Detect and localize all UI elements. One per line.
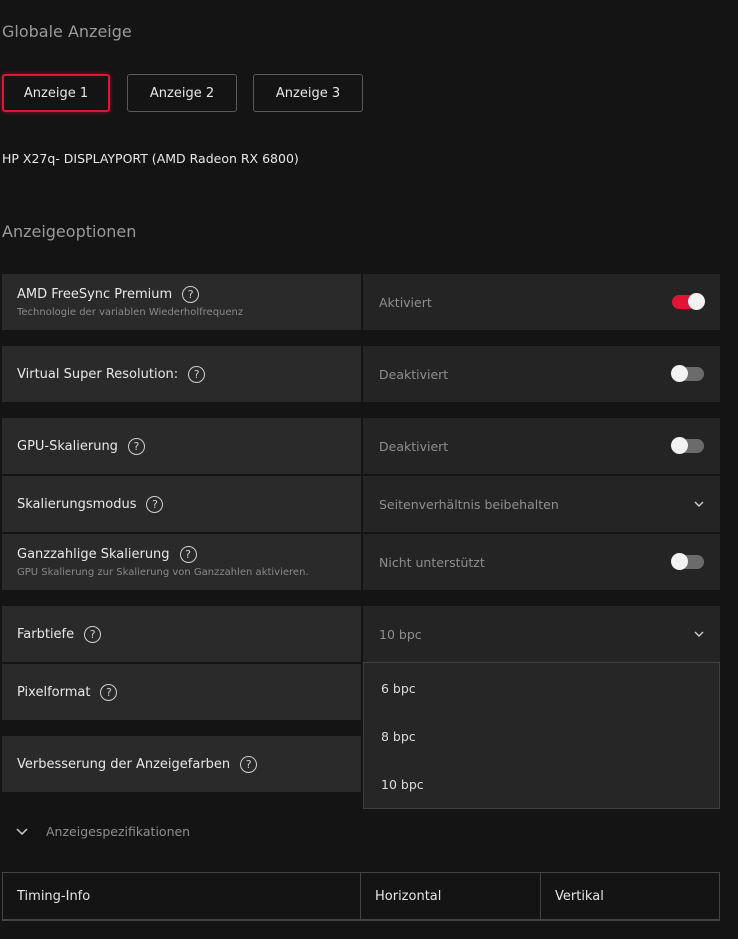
color-depth-label: Farbtiefe <box>17 626 75 642</box>
section-title-global: Globale Anzeige <box>2 22 132 41</box>
freesync-description: Technologie der variablen Wiederholfrequ… <box>17 307 244 318</box>
color-enhancement-label: Verbesserung der Anzeigefarben <box>17 756 231 772</box>
help-icon[interactable]: ? <box>127 437 145 455</box>
scaling-mode-label: Skalierungsmodus <box>17 496 137 512</box>
freesync-label: AMD FreeSync Premium <box>17 287 173 302</box>
display-specs-label: Anzeigespezifikationen <box>46 824 191 839</box>
integer-scaling-description: GPU Skalierung zur Skalierung von Ganzza… <box>17 567 309 578</box>
color-depth-value: 10 bpc <box>379 626 422 642</box>
display-1-button[interactable]: Anzeige 1 <box>2 74 110 112</box>
column-header: Vertikal <box>555 888 604 904</box>
help-icon[interactable]: ? <box>146 495 164 513</box>
integer-scaling-toggle[interactable] <box>671 553 704 570</box>
color-depth-menu: 6 bpc 8 bpc 10 bpc <box>363 662 720 809</box>
chevron-down-icon <box>694 631 704 637</box>
gpu-scaling-label: GPU-Skalierung <box>17 438 118 454</box>
help-icon[interactable]: ? <box>240 755 258 773</box>
freesync-status: Aktiviert <box>379 294 432 310</box>
vsr-toggle[interactable] <box>671 365 704 382</box>
color-depth-row: Farbtiefe? 10 bpc <box>2 606 720 662</box>
freesync-row: AMD FreeSync Premium? Technologie der va… <box>2 274 720 330</box>
column-header: Timing-Info <box>3 873 361 919</box>
freesync-toggle[interactable] <box>672 293 705 310</box>
vsr-status: Deaktiviert <box>379 366 449 382</box>
help-icon[interactable]: ? <box>84 625 102 643</box>
column-header: Horizontal <box>361 873 541 919</box>
integer-scaling-status: Nicht unterstützt <box>379 554 485 570</box>
display-2-button[interactable]: Anzeige 2 <box>127 74 237 112</box>
menu-item-6bpc[interactable]: 6 bpc <box>381 681 416 696</box>
help-icon[interactable]: ? <box>179 546 197 563</box>
menu-item-10bpc[interactable]: 10 bpc <box>381 777 424 792</box>
scaling-mode-dropdown[interactable]: Seitenverhältnis beibehalten <box>363 476 720 532</box>
pixel-format-label: Pixelformat <box>17 684 91 700</box>
gpu-scaling-status: Deaktiviert <box>379 438 449 454</box>
help-icon[interactable]: ? <box>188 365 206 383</box>
color-depth-dropdown[interactable]: 10 bpc <box>363 606 720 662</box>
gpu-scaling-toggle[interactable] <box>671 437 704 454</box>
display-3-button[interactable]: Anzeige 3 <box>253 74 363 112</box>
help-icon[interactable]: ? <box>100 683 118 701</box>
monitor-name: HP X27q- DISPLAYPORT (AMD Radeon RX 6800… <box>2 151 299 166</box>
scaling-mode-row: Skalierungsmodus? Seitenverhältnis beibe… <box>2 476 720 532</box>
display-specs-toggle[interactable]: Anzeigespezifikationen <box>16 824 190 839</box>
table-header-row: Timing-Info Horizontal Vertikal <box>3 873 719 920</box>
gpu-scaling-row: GPU-Skalierung? Deaktiviert <box>2 418 720 474</box>
vsr-label: Virtual Super Resolution: <box>17 366 179 382</box>
vsr-row: Virtual Super Resolution:? Deaktiviert <box>2 346 720 402</box>
scaling-mode-value: Seitenverhältnis beibehalten <box>379 496 559 512</box>
integer-scaling-row: Ganzzahlige Skalierung? GPU Skalierung z… <box>2 534 720 590</box>
chevron-down-icon <box>694 501 704 507</box>
integer-scaling-label: Ganzzahlige Skalierung <box>17 547 170 562</box>
help-icon[interactable]: ? <box>182 286 200 303</box>
timing-table: Timing-Info Horizontal Vertikal <box>2 872 720 921</box>
menu-item-8bpc[interactable]: 8 bpc <box>381 729 416 744</box>
section-title-options: Anzeigeoptionen <box>2 222 137 241</box>
chevron-down-icon <box>16 827 28 835</box>
